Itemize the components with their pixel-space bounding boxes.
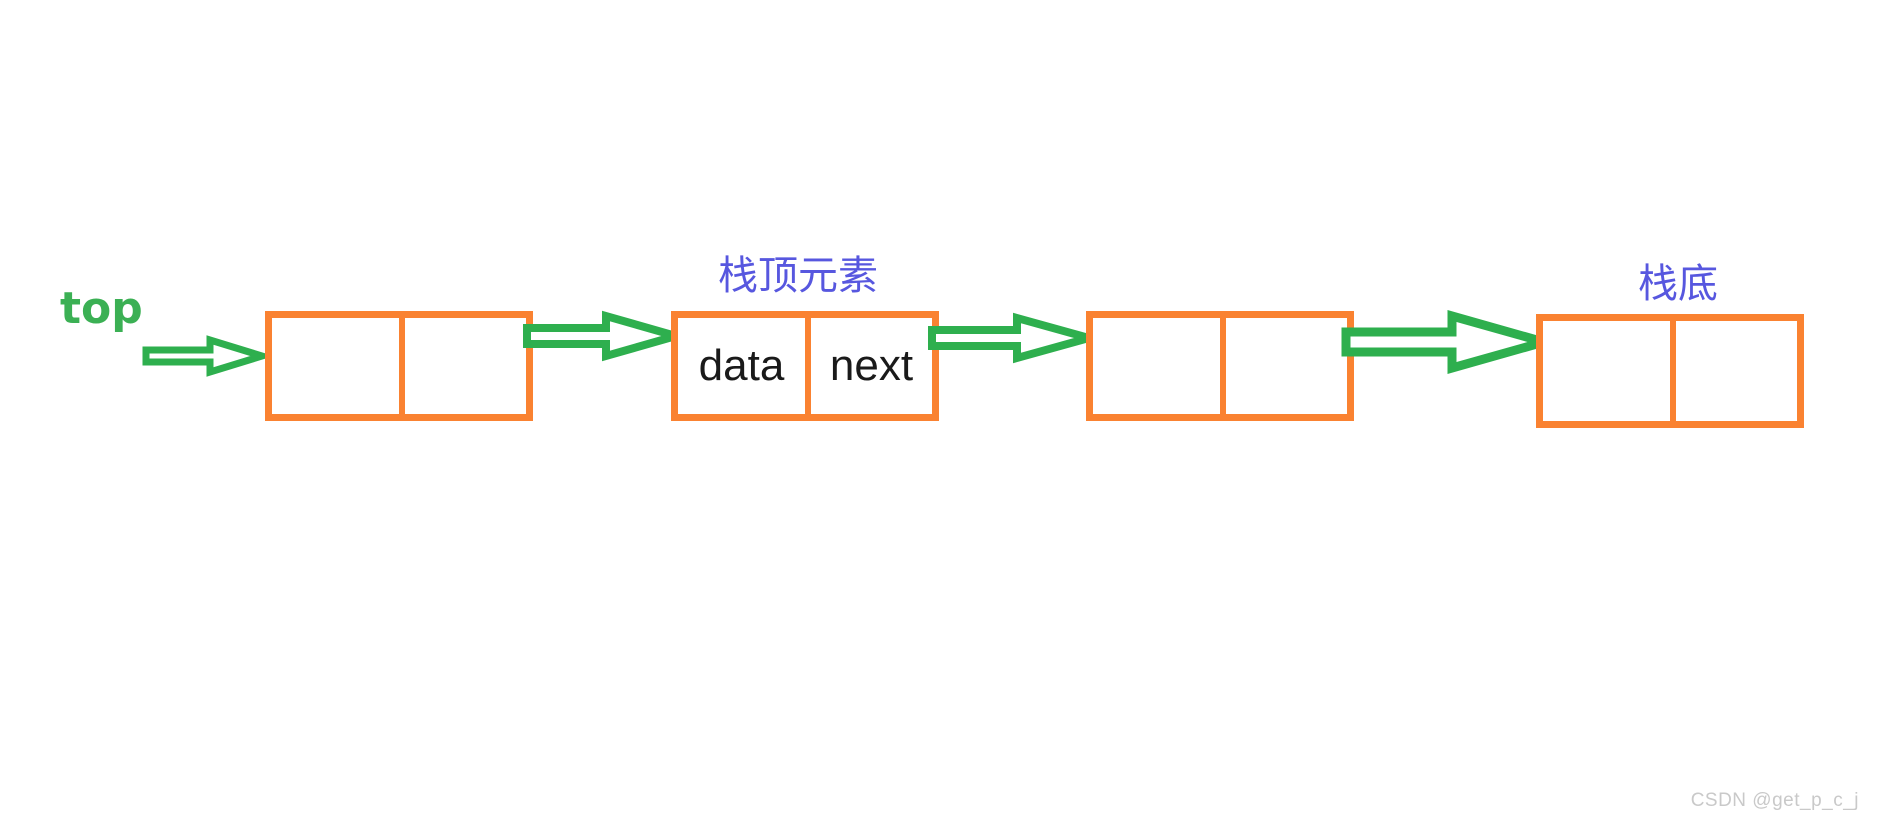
top-pointer-label: top — [60, 283, 143, 334]
node-4-next-cell — [1670, 321, 1797, 421]
list-node-1 — [265, 311, 533, 421]
arrow-node-1-to-node-2 — [523, 288, 691, 364]
arrow-node-3-to-node-4 — [1341, 292, 1561, 374]
node-4-data-cell — [1543, 321, 1670, 421]
node-1-data-cell — [272, 318, 399, 414]
annotation-stack-bottom: 栈底 — [1638, 261, 1718, 307]
list-node-3 — [1086, 311, 1354, 421]
list-node-4 — [1536, 314, 1804, 428]
csdn-watermark: CSDN @get_p_c_j — [1690, 790, 1859, 811]
node-3-data-cell — [1093, 318, 1220, 414]
node-2-data-cell: data — [698, 341, 785, 390]
arrow-top-to-node-1 — [142, 335, 274, 377]
list-node-2: data next — [671, 311, 939, 421]
annotation-stack-top: 栈顶元素 — [718, 253, 878, 299]
node-3-next-cell — [1220, 318, 1347, 414]
diagram-canvas: top 栈顶元素 data next 栈底 CSDN @get_p_c_j — [0, 0, 1877, 826]
node-2-next-cell: next — [805, 318, 932, 414]
arrow-node-2-to-node-3 — [928, 290, 1104, 366]
node-1-next-cell — [399, 318, 526, 414]
